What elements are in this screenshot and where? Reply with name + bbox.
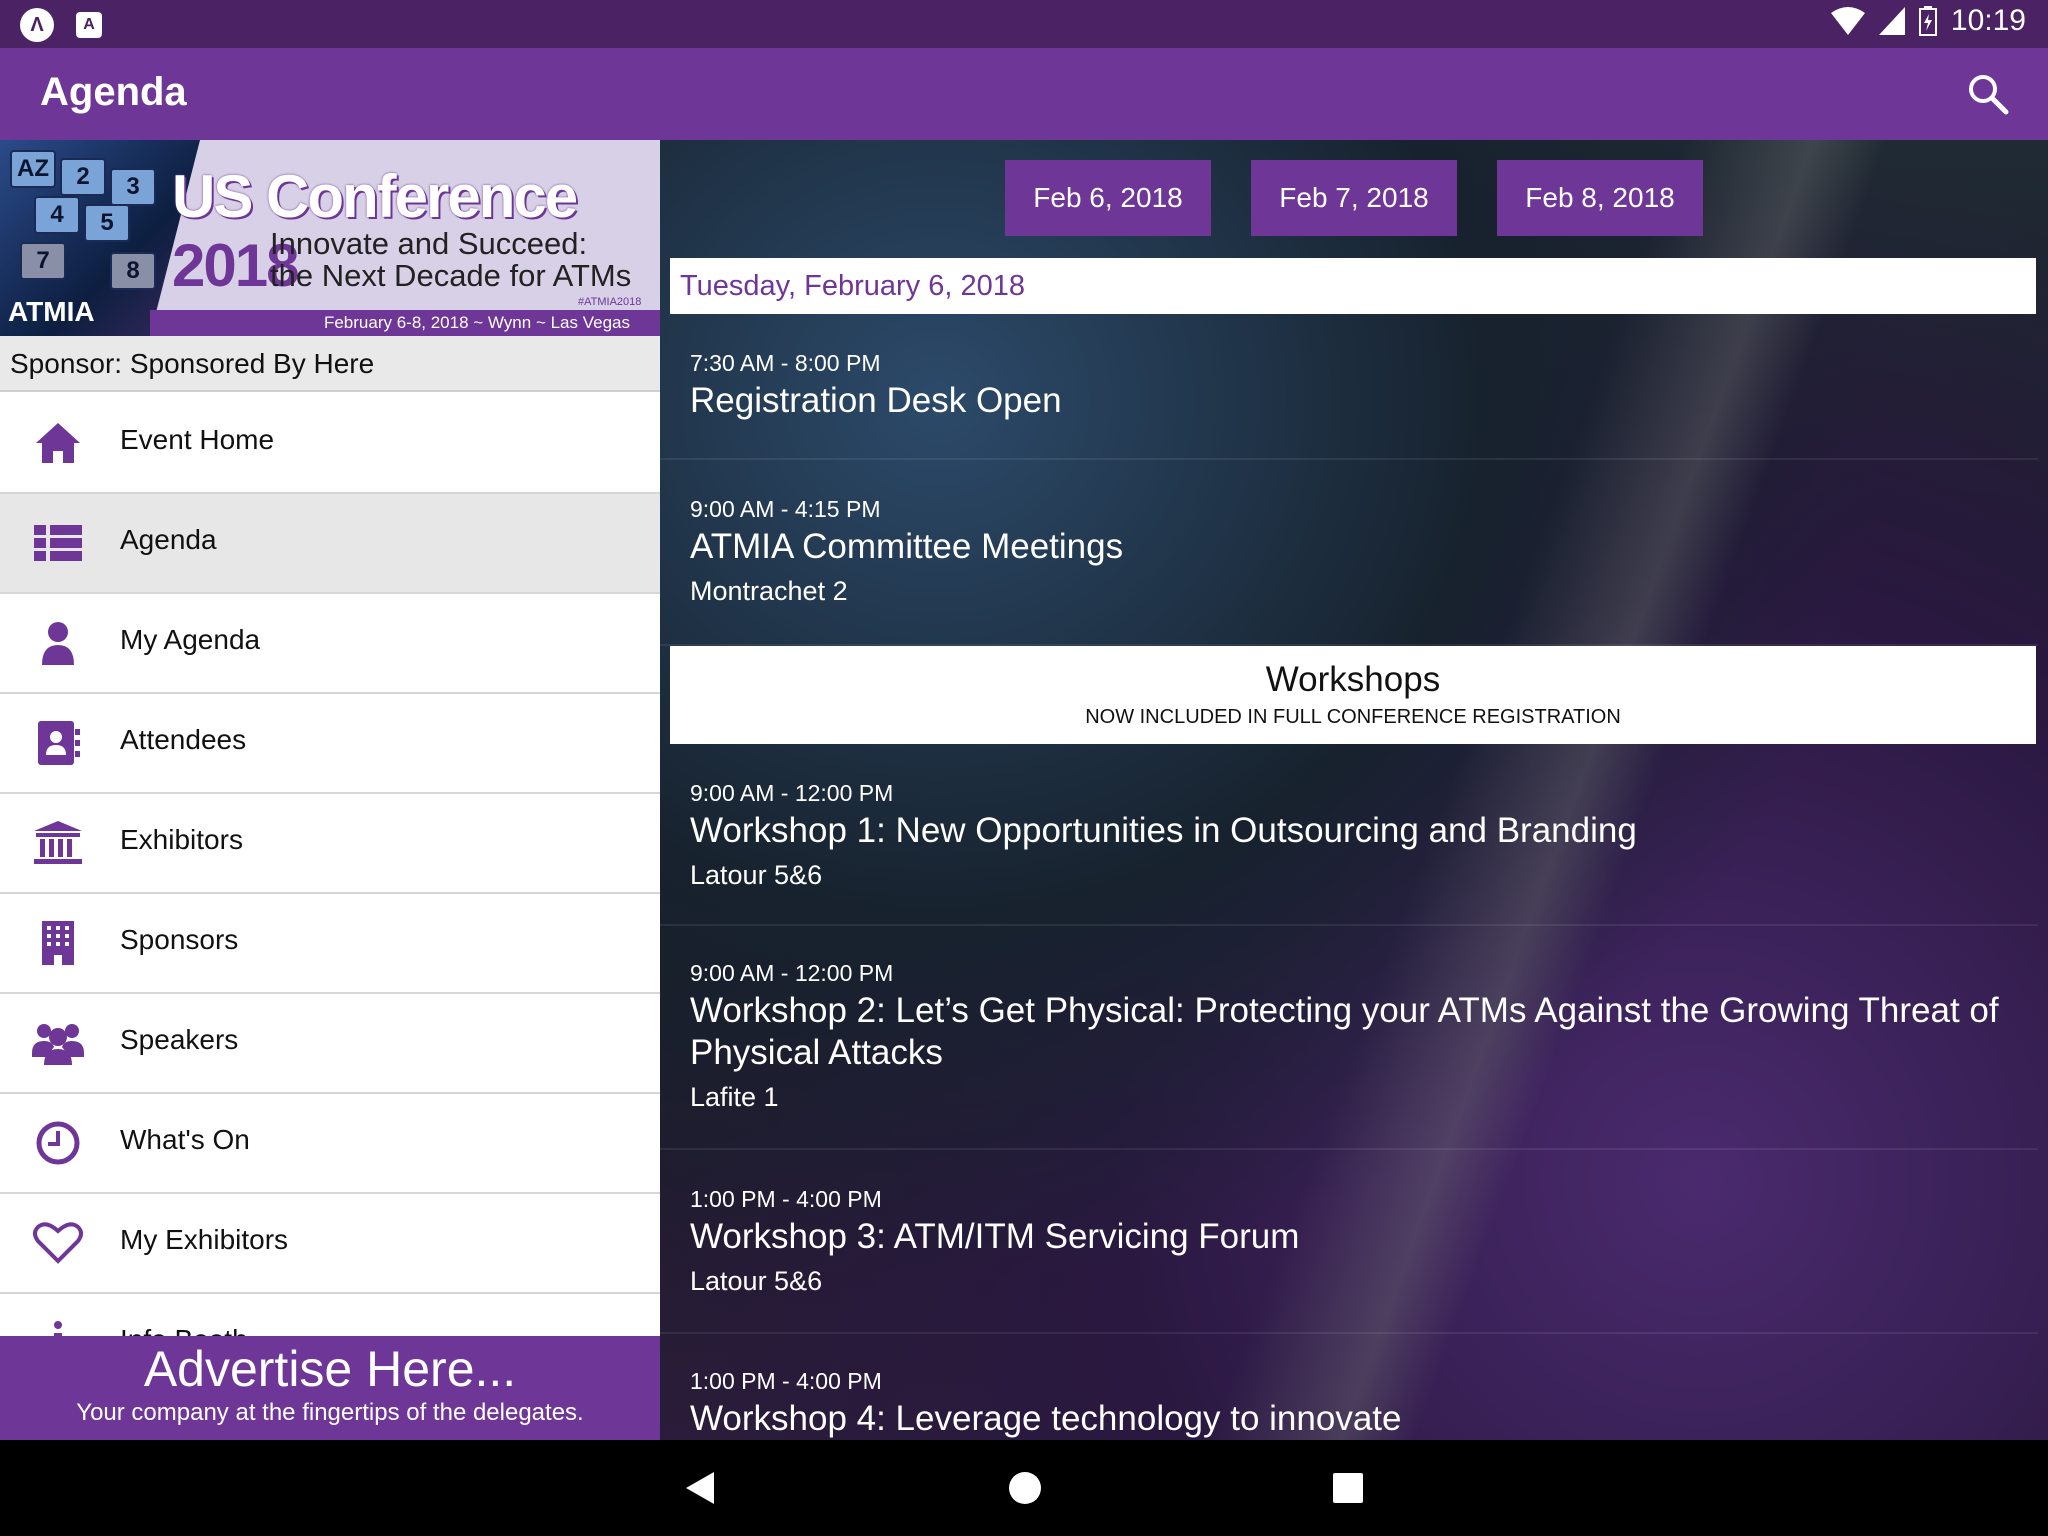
banner-subtitle: Innovate and Succeed: the Next Decade fo… bbox=[270, 226, 632, 293]
menu-label: Exhibitors bbox=[120, 824, 243, 855]
session-item[interactable]: 9:00 AM - 4:15 PM ATMIA Committee Meetin… bbox=[660, 460, 2038, 646]
list-icon bbox=[34, 525, 82, 561]
session-title: Workshop 1: New Opportunities in Outsour… bbox=[690, 811, 1637, 850]
session-time: 9:00 AM - 12:00 PM bbox=[690, 960, 894, 986]
institution-icon bbox=[34, 821, 82, 864]
search-icon[interactable] bbox=[1966, 72, 2010, 116]
menu-item-event-home[interactable]: Event Home bbox=[0, 394, 660, 494]
menu-item-my-exhibitors[interactable]: My Exhibitors bbox=[0, 1194, 660, 1294]
session-time: 7:30 AM - 8:00 PM bbox=[690, 350, 881, 376]
advertise-banner[interactable]: Advertise Here... Your company at the fi… bbox=[0, 1336, 660, 1440]
session-item[interactable]: 9:00 AM - 12:00 PM Workshop 1: New Oppor… bbox=[660, 746, 2038, 926]
menu-label: Agenda bbox=[120, 524, 217, 555]
back-icon[interactable] bbox=[684, 1470, 716, 1506]
workshops-subtitle: NOW INCLUDED IN FULL CONFERENCE REGISTRA… bbox=[1085, 706, 1621, 728]
menu-label: Attendees bbox=[120, 724, 247, 755]
drawer-menu: Event Home Agenda My Agenda Attendees Ex… bbox=[0, 394, 660, 1394]
menu-label: Sponsors bbox=[120, 924, 239, 955]
battery-icon bbox=[1918, 6, 1937, 36]
menu-item-agenda[interactable]: Agenda bbox=[0, 494, 660, 594]
menu-item-attendees[interactable]: Attendees bbox=[0, 694, 660, 794]
app-bar: Agenda bbox=[0, 48, 2048, 140]
building-icon bbox=[42, 921, 74, 965]
heart-icon bbox=[33, 1222, 83, 1264]
home-circle-icon[interactable] bbox=[1008, 1470, 1042, 1506]
session-item[interactable]: 9:00 AM - 12:00 PM Workshop 2: Let’s Get… bbox=[660, 926, 2038, 1150]
conference-banner[interactable]: AZ 2 3 4 5 7 8 US Conference 2018 Innova… bbox=[0, 140, 660, 336]
session-location: Latour 5&6 bbox=[690, 1266, 823, 1296]
banner-dates: February 6-8, 2018 ~ Wynn ~ Las Vegas bbox=[150, 310, 660, 336]
workshops-section-header: Workshops NOW INCLUDED IN FULL CONFERENC… bbox=[670, 646, 2036, 744]
menu-item-sponsors[interactable]: Sponsors bbox=[0, 894, 660, 994]
session-title: Workshop 3: ATM/ITM Servicing Forum bbox=[690, 1217, 1300, 1256]
session-item[interactable]: 7:30 AM - 8:00 PM Registration Desk Open bbox=[660, 316, 2038, 460]
banner-hashtag: #ATMIA2018 bbox=[578, 296, 642, 308]
advert-tagline: Your company at the fingertips of the de… bbox=[76, 1399, 584, 1426]
font-notification-icon: A bbox=[76, 12, 102, 38]
menu-label: Event Home bbox=[120, 424, 275, 455]
navigation-drawer: AZ 2 3 4 5 7 8 US Conference 2018 Innova… bbox=[0, 140, 660, 1440]
session-time: 9:00 AM - 4:15 PM bbox=[690, 496, 881, 522]
clock-time: 10:19 bbox=[1950, 4, 2026, 37]
session-title: Registration Desk Open bbox=[690, 381, 1062, 420]
session-location: Montrachet 2 bbox=[690, 576, 848, 606]
clock-icon bbox=[36, 1121, 80, 1165]
person-icon bbox=[42, 622, 74, 665]
page-title: Agenda bbox=[40, 70, 187, 114]
session-title: Workshop 4: Leverage technology to innov… bbox=[690, 1399, 1402, 1438]
menu-label: Speakers bbox=[120, 1024, 239, 1055]
session-location: Lafite 1 bbox=[690, 1082, 779, 1112]
menu-item-exhibitors[interactable]: Exhibitors bbox=[0, 794, 660, 894]
menu-item-speakers[interactable]: Speakers bbox=[0, 994, 660, 1094]
home-icon bbox=[36, 423, 80, 463]
session-item[interactable]: 1:00 PM - 4:00 PM Workshop 4: Leverage t… bbox=[660, 1334, 2038, 1440]
session-title: Workshop 2: Let’s Get Physical: Protecti… bbox=[690, 991, 1999, 1072]
group-icon bbox=[32, 1024, 84, 1065]
session-time: 1:00 PM - 4:00 PM bbox=[690, 1368, 882, 1394]
sponsor-label: Sponsor: Sponsored By Here bbox=[0, 336, 660, 392]
date-tab-feb-8[interactable]: Feb 8, 2018 bbox=[1497, 160, 1703, 236]
app-notification-icon: Λ bbox=[20, 8, 54, 42]
recents-icon[interactable] bbox=[1332, 1470, 1364, 1506]
session-location: Latour 5&6 bbox=[690, 860, 823, 890]
cell-signal-icon bbox=[1878, 7, 1905, 35]
menu-label: My Agenda bbox=[120, 624, 261, 655]
session-time: 9:00 AM - 12:00 PM bbox=[690, 780, 894, 806]
agenda-content: Feb 6, 2018 Feb 7, 2018 Feb 8, 2018 Tues… bbox=[660, 140, 2048, 1440]
day-header: Tuesday, February 6, 2018 bbox=[670, 258, 2036, 314]
menu-item-my-agenda[interactable]: My Agenda bbox=[0, 594, 660, 694]
session-item[interactable]: 1:00 PM - 4:00 PM Workshop 3: ATM/ITM Se… bbox=[660, 1150, 2038, 1334]
menu-item-whats-on[interactable]: What's On bbox=[0, 1094, 660, 1194]
contact-book-icon bbox=[38, 721, 80, 765]
menu-label: What's On bbox=[120, 1124, 250, 1155]
atmia-logo: ATMIA bbox=[8, 296, 95, 327]
advert-headline: Advertise Here... bbox=[143, 1341, 517, 1397]
session-title: ATMIA Committee Meetings bbox=[690, 527, 1124, 566]
menu-label: My Exhibitors bbox=[120, 1224, 289, 1255]
status-bar: Λ A 10:19 bbox=[0, 0, 2048, 48]
system-navigation-bar bbox=[0, 1440, 2048, 1536]
workshops-title: Workshops bbox=[1265, 660, 1441, 699]
date-tab-feb-7[interactable]: Feb 7, 2018 bbox=[1251, 160, 1457, 236]
wifi-icon bbox=[1830, 7, 1865, 35]
date-tab-feb-6[interactable]: Feb 6, 2018 bbox=[1005, 160, 1211, 236]
session-time: 1:00 PM - 4:00 PM bbox=[690, 1186, 882, 1212]
